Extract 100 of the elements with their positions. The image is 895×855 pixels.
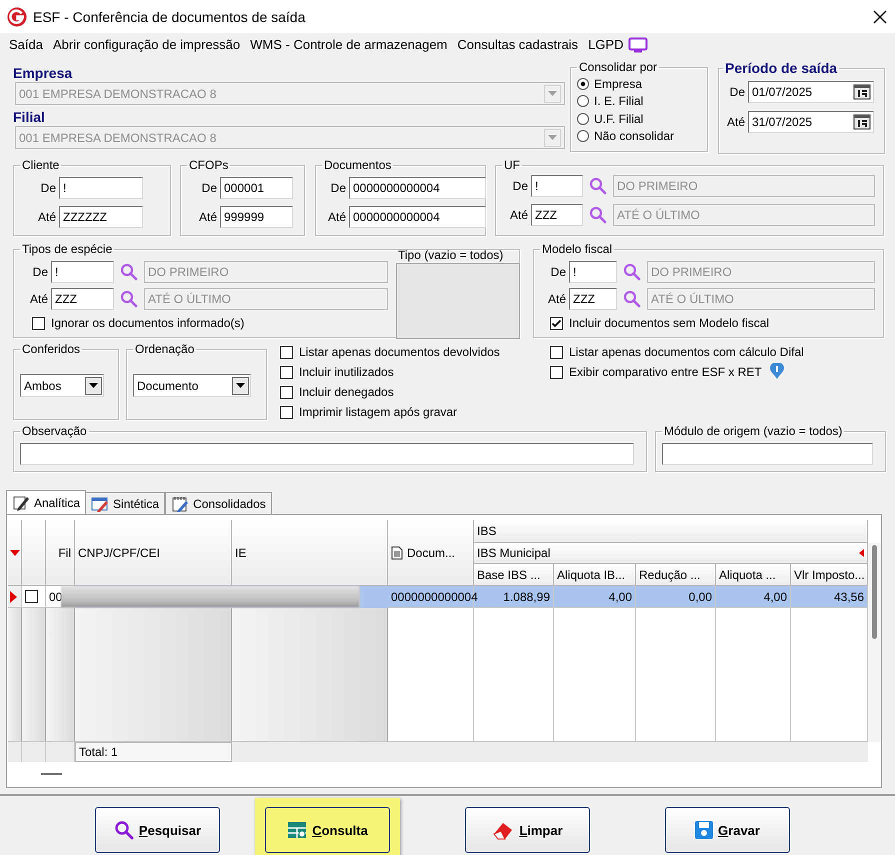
- field-label: Até: [546, 292, 566, 306]
- checkbox[interactable]: [25, 590, 38, 603]
- dropdown-value: 001 EMPRESA DEMONSTRACAO 8: [19, 130, 216, 146]
- checkbox[interactable]: [550, 346, 563, 358]
- text-field[interactable]: !: [59, 177, 143, 199]
- group-title: Tipos de espécie: [21, 242, 114, 257]
- sort-arrow-icon: [10, 550, 20, 556]
- field-label: Empresa: [13, 65, 74, 82]
- text-field[interactable]: 01/07/2025: [748, 81, 874, 103]
- search-icon[interactable]: [589, 177, 607, 195]
- group-title: Modelo fiscal: [541, 242, 614, 257]
- header-cell[interactable]: [8, 520, 22, 586]
- text-field[interactable]: !: [569, 261, 617, 283]
- checkbox[interactable]: [550, 366, 563, 378]
- header-cell[interactable]: [22, 520, 46, 586]
- group-title: Tipo (vazio = todos): [397, 248, 504, 263]
- dropdown-arrow-icon: [236, 383, 245, 388]
- header-cell[interactable]: IBS: [474, 520, 868, 543]
- checkbox-label: Listar apenas documentos devolvidos: [299, 345, 500, 359]
- header-cell[interactable]: Base IBS ...: [474, 564, 554, 586]
- radio-button[interactable]: [577, 130, 589, 142]
- text-field[interactable]: 999999: [220, 206, 293, 228]
- text-field[interactable]: 31/07/2025: [748, 111, 874, 133]
- header-cell[interactable]: IBS Municipal: [474, 543, 868, 564]
- tab[interactable]: Consolidados: [165, 492, 272, 514]
- eraser-icon: [492, 820, 514, 840]
- search-icon[interactable]: [120, 263, 138, 281]
- notepad-icon: [12, 494, 30, 512]
- checkbox[interactable]: [280, 386, 293, 398]
- checkbox[interactable]: [280, 346, 293, 358]
- text-field[interactable]: !: [51, 261, 114, 283]
- group-title: Módulo de origem (vazio = todos): [663, 424, 844, 439]
- group-title: Ordenação: [134, 342, 196, 357]
- checkbox[interactable]: [280, 366, 293, 378]
- total-label: Total: 1: [75, 742, 232, 762]
- dropdown-value: Documento: [137, 378, 198, 394]
- input-field[interactable]: [20, 443, 634, 465]
- header-cell[interactable]: Aliquota IB...: [554, 564, 636, 586]
- header-cell[interactable]: Aliquota ...: [716, 564, 791, 586]
- group-title: Cliente: [21, 158, 60, 173]
- dropdown[interactable]: Documento: [133, 374, 251, 397]
- text-field[interactable]: 000001: [220, 177, 293, 199]
- menu-item[interactable]: Saída: [4, 37, 48, 52]
- checkbox-label: Ignorar os documentos informado(s): [51, 316, 244, 330]
- monitor-icon[interactable]: [628, 36, 648, 52]
- header-cell[interactable]: CNPJ/CPF/CEI: [75, 520, 232, 586]
- header-cell[interactable]: IE: [232, 520, 388, 586]
- menu-item[interactable]: Consultas cadastrais: [452, 37, 584, 52]
- query-button[interactable]: Consulta: [265, 807, 390, 853]
- tab[interactable]: Analítica: [6, 490, 86, 514]
- notepad-icon: [91, 494, 110, 512]
- menu-item[interactable]: Abrir configuração de impressão: [48, 37, 246, 52]
- calendar-icon[interactable]: [853, 114, 871, 130]
- text-field[interactable]: ZZZ: [569, 288, 617, 310]
- splitter-handle[interactable]: [41, 773, 62, 775]
- header-cell[interactable]: Redução ...: [636, 564, 716, 586]
- calendar-icon[interactable]: [853, 84, 871, 100]
- text-field[interactable]: 0000000000004: [349, 206, 486, 228]
- table-cell: 4,00: [716, 586, 791, 608]
- text-field[interactable]: ZZZZZZ: [59, 206, 143, 228]
- field-label: Até: [326, 210, 346, 224]
- save-button[interactable]: Gravar: [665, 807, 790, 853]
- checkbox[interactable]: [550, 316, 563, 330]
- field-label: De: [728, 85, 745, 99]
- radio-button[interactable]: [577, 112, 589, 125]
- app-logo-icon: [7, 6, 27, 26]
- menu-item[interactable]: LGPD: [583, 37, 628, 52]
- header-cell[interactable]: Fil: [46, 520, 75, 586]
- clear-button[interactable]: Limpar: [465, 807, 590, 853]
- search-icon[interactable]: [589, 206, 607, 224]
- table-row[interactable]: 00 0000000000004 1.088,99 4,00 0,00 4,00 43,56: [8, 586, 868, 608]
- tab[interactable]: Sintética: [85, 492, 166, 514]
- dropdown-arrow-icon: [548, 135, 557, 140]
- text-field[interactable]: 0000000000004: [349, 177, 486, 199]
- radio-button[interactable]: [577, 95, 589, 108]
- close-icon[interactable]: [873, 10, 887, 24]
- search-icon[interactable]: [623, 290, 641, 308]
- input-field[interactable]: [662, 443, 873, 465]
- dropdown[interactable]: Ambos: [20, 374, 104, 397]
- field-label: De: [40, 181, 56, 195]
- scrollbar[interactable]: [868, 543, 881, 742]
- checkbox[interactable]: [280, 406, 293, 418]
- menu-item[interactable]: WMS - Controle de armazenagem: [245, 37, 452, 52]
- description-field: DO PRIMEIRO: [613, 175, 875, 197]
- group-title: Observação: [21, 424, 88, 439]
- header-cell[interactable]: Docum...: [388, 520, 474, 586]
- search-icon[interactable]: [623, 263, 641, 281]
- header-cell[interactable]: Vlr Imposto...: [791, 564, 868, 586]
- text-field[interactable]: ZZZ: [51, 288, 114, 310]
- search-icon[interactable]: [120, 290, 138, 308]
- field-label: Até: [28, 292, 48, 306]
- description-field: ATÉ O ÚLTIMO: [144, 288, 388, 310]
- search-icon: [114, 820, 134, 840]
- description-field: ATÉ O ÚLTIMO: [613, 204, 875, 226]
- checkbox[interactable]: [32, 316, 45, 330]
- search-button[interactable]: Pesquisar: [95, 807, 220, 853]
- text-field[interactable]: !: [531, 175, 583, 197]
- checkbox-label: Exibir comparativo entre ESF x RET: [569, 365, 762, 379]
- radio-button[interactable]: [577, 78, 589, 90]
- text-field[interactable]: ZZZ: [531, 204, 583, 226]
